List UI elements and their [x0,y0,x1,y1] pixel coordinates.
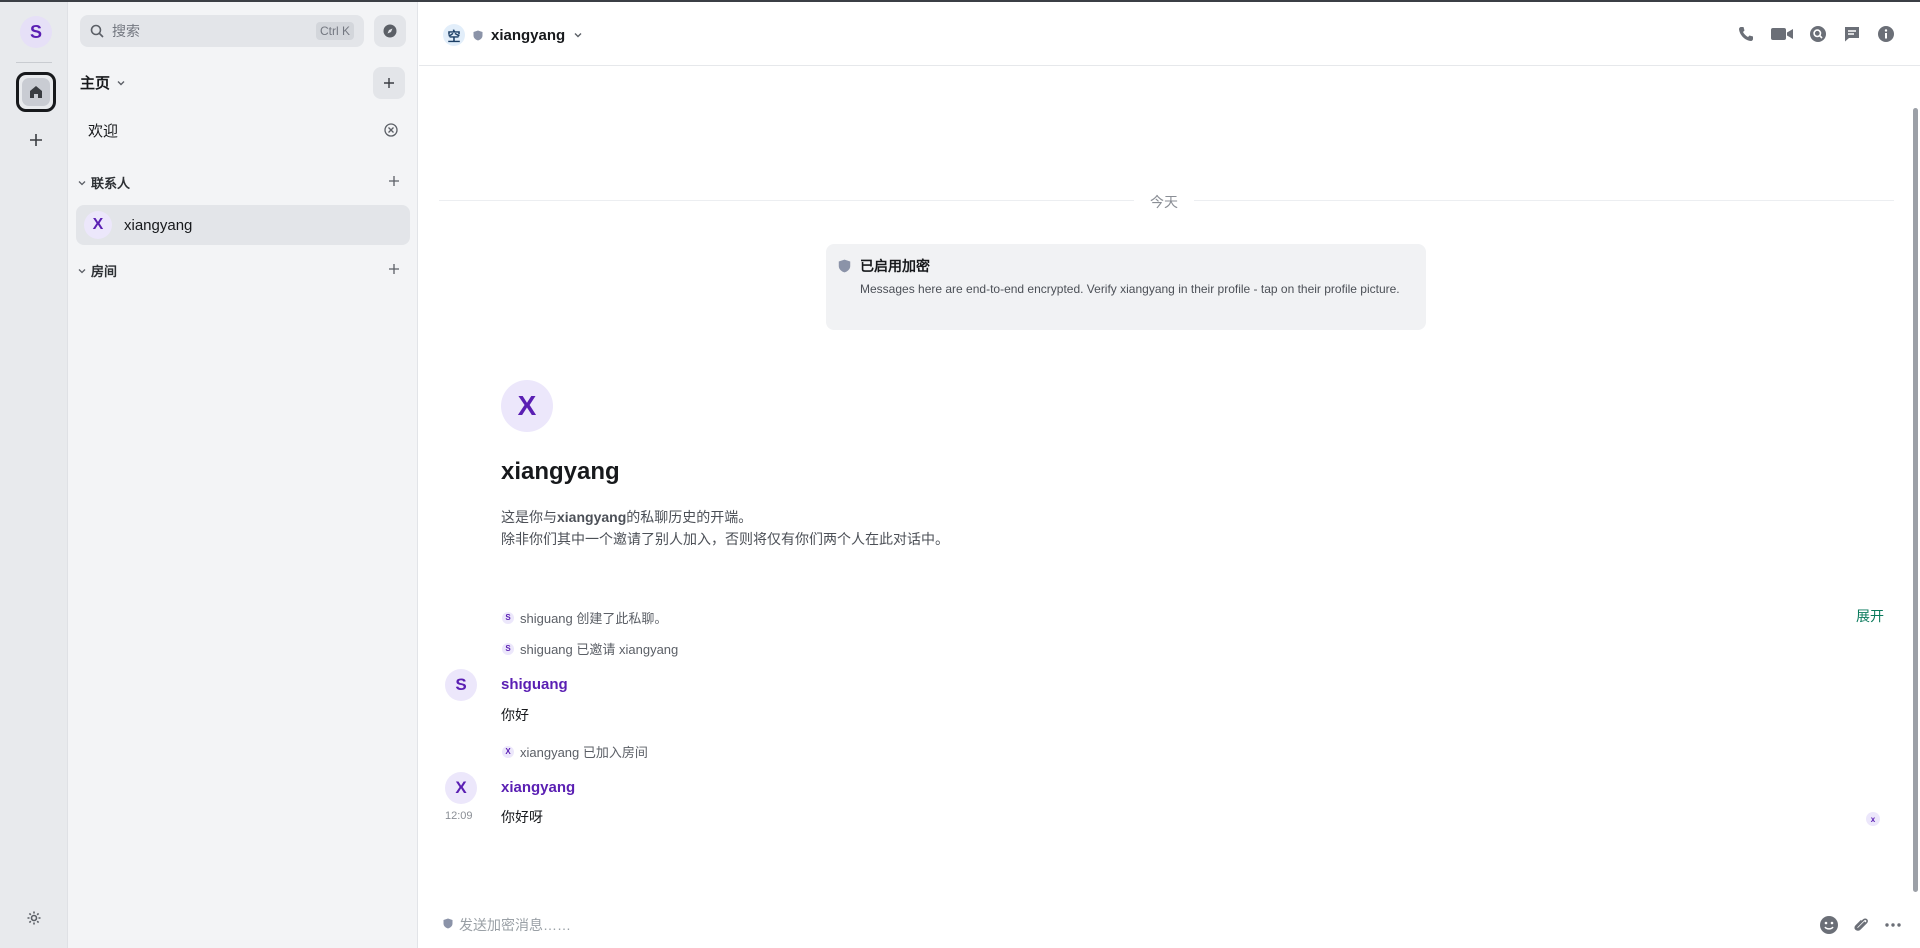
message-body: 你好呀 [501,809,543,825]
home-add-button[interactable] [373,67,405,99]
user-avatar[interactable]: S [20,16,52,48]
explore-rooms-button[interactable] [374,15,406,47]
attach-file-button[interactable] [1850,914,1872,936]
encryption-description: Messages here are end-to-end encrypted. … [860,282,1400,296]
room-search-button[interactable] [1808,24,1828,44]
gear-icon [27,911,41,925]
chevron-down-icon [574,33,582,38]
room-view: 空 xiangyang 今天 已启用加密 Messages here are e… [419,2,1920,948]
chevron-down-icon [117,80,125,85]
shield-icon [443,918,453,929]
section-contacts-label: 联系人 [91,176,131,191]
video-camera-icon [1771,28,1793,40]
message-avatar[interactable]: S [445,669,477,701]
avatar: S [502,642,514,655]
message-composer [419,904,1920,948]
emoji-button[interactable] [1818,914,1840,936]
shield-icon [473,30,483,40]
encryption-notice: 已启用加密 Messages here are end-to-end encry… [826,244,1426,330]
event-text: xiangyang 已加入房间 [520,745,648,760]
date-separator: 今天 [1134,192,1194,212]
section-rooms-header[interactable]: 房间 [78,261,117,280]
timeline-scrollbar[interactable] [1913,108,1918,892]
room-list-panel: 搜索 Ctrl K 主页 欢迎 联系人 X xiangyang 房间 [68,2,418,948]
space-rail: S [0,2,68,948]
close-circle-icon [384,123,398,137]
message-avatar[interactable]: X [445,772,477,804]
search-shortcut: Ctrl K [316,22,354,40]
home-space-button[interactable] [16,72,56,112]
search-placeholder: 搜索 [112,23,140,39]
room-header: 空 xiangyang [419,2,1920,66]
read-receipt-avatar[interactable]: x [1866,812,1880,826]
room-intro-avatar[interactable]: X [501,380,553,432]
room-intro-name: xiangyang [501,458,620,485]
membership-event: X xiangyang 已加入房间 [502,742,648,761]
room-intro-line-2: 除非你们其中一个邀请了别人加入，否则将仅有你们两个人在此对话中。 [501,531,949,547]
compass-icon [383,24,397,38]
paperclip-icon [1854,918,1868,931]
room-item-xiangyang[interactable]: X xiangyang [76,205,410,245]
intro-text-post: 的私聊历史的开端。 [626,509,753,525]
info-icon [1878,26,1894,42]
avatar: X [84,211,112,239]
search-icon [1810,26,1826,42]
room-name: xiangyang [491,26,566,44]
rail-divider [16,62,52,63]
room-intro-line-1: 这是你与xiangyang的私聊历史的开端。 [501,507,752,527]
room-avatar: 空 [443,24,465,46]
threads-button[interactable] [1842,24,1862,44]
search-icon [90,24,104,38]
threads-icon [1845,27,1859,42]
section-contacts-header[interactable]: 联系人 [78,173,130,192]
room-info-button[interactable] [1876,24,1896,44]
more-horizontal-icon [1885,923,1901,927]
event-text: shiguang 已邀请 xiangyang [520,642,679,657]
quick-settings-button[interactable] [22,906,46,930]
home-icon [22,78,50,106]
chevron-down-icon [78,268,86,273]
composer-actions [1818,914,1904,936]
search-bar[interactable]: 搜索 Ctrl K [80,15,364,47]
more-options-button[interactable] [1882,914,1904,936]
intro-text-pre: 这是你与 [501,509,557,525]
chevron-down-icon [78,180,86,185]
plus-icon [30,134,42,146]
plus-icon [389,176,399,186]
welcome-item[interactable]: 欢迎 [88,120,118,141]
avatar: S [502,611,514,624]
plus-icon [389,264,399,274]
encryption-title: 已启用加密 [860,258,930,274]
membership-event: S shiguang 已邀请 xiangyang [502,639,678,658]
expand-events-link[interactable]: 展开 [1856,606,1884,626]
welcome-close-button[interactable] [383,122,399,138]
phone-icon [1739,27,1753,41]
message-sender[interactable]: xiangyang [501,779,575,796]
shield-icon [838,259,851,273]
message-body: 你好 [501,707,529,723]
home-menu[interactable]: 主页 [80,72,126,93]
plus-icon [384,78,394,88]
add-space-button[interactable] [22,126,50,154]
add-contact-button[interactable] [388,174,404,190]
section-rooms-label: 房间 [91,264,118,279]
room-item-label: xiangyang [124,216,193,234]
message-input[interactable] [459,913,1759,937]
membership-event: S shiguang 创建了此私聊。 [502,608,667,627]
add-room-button[interactable] [388,262,404,278]
header-actions [1736,24,1896,44]
home-label: 主页 [80,75,111,92]
video-call-button[interactable] [1770,24,1794,44]
avatar: X [502,745,514,758]
emoji-icon [1820,916,1838,934]
room-title-button[interactable]: 空 xiangyang [443,24,583,46]
event-text: shiguang 创建了此私聊。 [520,611,668,626]
voice-call-button[interactable] [1736,24,1756,44]
message-timestamp: 12:09 [445,810,473,822]
intro-user-link[interactable]: xiangyang [557,509,626,525]
message-sender[interactable]: shiguang [501,676,568,693]
